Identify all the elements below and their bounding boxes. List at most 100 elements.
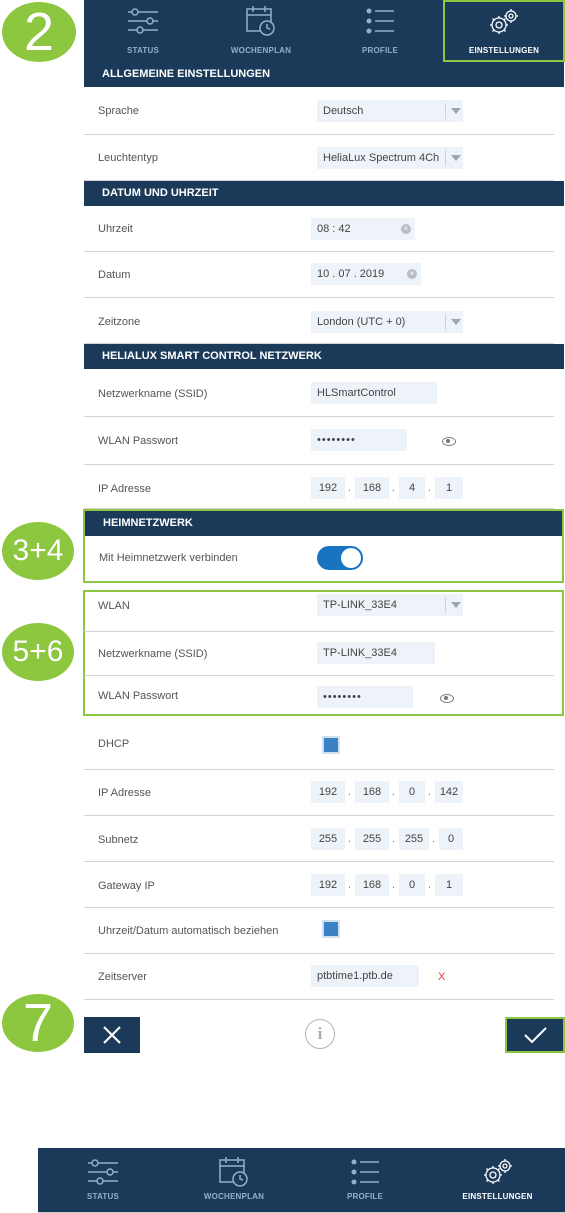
- home-ssid-value: TP-LINK_33E4: [323, 647, 397, 659]
- leuchte-select[interactable]: HeliaLux Spectrum 4Ch: [317, 147, 463, 169]
- network-ssid-label: Netzwerkname (SSID): [98, 388, 208, 400]
- calendar-clock-icon: [246, 6, 275, 36]
- zeitzone-value: London (UTC + 0): [317, 316, 406, 328]
- auto-time-label: Uhrzeit/Datum automatisch beziehen: [98, 925, 279, 937]
- eye-icon[interactable]: [442, 437, 456, 446]
- ip-octet[interactable]: 142: [435, 781, 463, 803]
- datum-label: Datum: [98, 269, 131, 281]
- ip-dot: .: [348, 786, 352, 798]
- tab-profile[interactable]: PROFILE: [320, 0, 440, 62]
- ip-dot: .: [392, 786, 396, 798]
- row-uhrzeit: Uhrzeit 08 : 42 ×: [84, 206, 554, 252]
- cancel-button[interactable]: [84, 1017, 140, 1053]
- bottom-tab-status[interactable]: STATUS: [38, 1148, 168, 1212]
- toggle-knob: [341, 548, 361, 568]
- settings-gears-icon: [490, 9, 518, 34]
- ip-dot: .: [428, 482, 432, 494]
- home-pw-value: ••••••••: [323, 691, 362, 703]
- tab-wochenplan[interactable]: WOCHENPLAN: [202, 0, 320, 62]
- wlan-select[interactable]: TP-LINK_33E4: [317, 594, 463, 616]
- dhcp-checkbox[interactable]: [322, 736, 340, 754]
- row-wlan: WLAN TP-LINK_33E4: [84, 592, 554, 632]
- chevron-down-icon: [445, 314, 463, 330]
- ip-octet[interactable]: 4: [399, 477, 425, 499]
- tab-status[interactable]: STATUS: [84, 0, 202, 62]
- network-ip-label: IP Adresse: [98, 483, 151, 495]
- gateway-octet[interactable]: 192: [311, 874, 345, 896]
- zeitzone-label: Zeitzone: [98, 316, 141, 328]
- ip-octet[interactable]: 1: [435, 477, 463, 499]
- tab-status-label: STATUS: [126, 46, 159, 55]
- dhcp-label: DHCP: [98, 738, 130, 750]
- row-home-ssid: Netzwerkname (SSID) TP-LINK_33E4: [84, 632, 554, 676]
- subnet-octet[interactable]: 255: [311, 828, 345, 850]
- home-ip-label: IP Adresse: [98, 787, 151, 799]
- clear-icon[interactable]: ×: [401, 224, 411, 234]
- subnet-octet[interactable]: 255: [399, 828, 429, 850]
- connect-home-toggle[interactable]: [317, 546, 363, 570]
- checkmark-icon: [524, 1027, 547, 1044]
- ip-dot: .: [428, 786, 432, 798]
- ip-octet[interactable]: 168: [355, 477, 389, 499]
- network-ssid-input[interactable]: HLSmartControl: [311, 382, 437, 404]
- ip-dot: .: [432, 833, 436, 845]
- connect-home-label: Mit Heimnetzwerk verbinden: [99, 552, 238, 564]
- row-home-password: WLAN Passwort ••••••••: [84, 676, 554, 714]
- row-network-ip: IP Adresse 192 . 168 . 4 . 1: [84, 465, 554, 509]
- zeitserver-value: ptbtime1.ptb.de: [317, 970, 393, 982]
- eye-icon[interactable]: [440, 694, 454, 703]
- row-auto-time: Uhrzeit/Datum automatisch beziehen: [84, 908, 554, 954]
- network-pw-input[interactable]: ••••••••: [311, 429, 407, 451]
- datum-input[interactable]: 10 . 07 . 2019 ×: [311, 263, 421, 285]
- info-icon[interactable]: i: [305, 1019, 335, 1049]
- wlan-value: TP-LINK_33E4: [323, 599, 397, 611]
- gateway-octet[interactable]: 1: [435, 874, 463, 896]
- row-dhcp: DHCP: [84, 722, 554, 770]
- section-header-home: HEIMNETZWERK: [85, 511, 562, 536]
- bottom-tab-profile[interactable]: PROFILE: [300, 1148, 430, 1212]
- home-ssid-input[interactable]: TP-LINK_33E4: [317, 642, 435, 664]
- tab-einstellungen[interactable]: EINSTELLUNGEN: [443, 0, 565, 62]
- ip-dot: .: [348, 833, 352, 845]
- confirm-button[interactable]: [505, 1017, 565, 1053]
- gateway-octet[interactable]: 168: [355, 874, 389, 896]
- auto-time-checkbox[interactable]: [322, 920, 340, 938]
- chevron-down-icon: [445, 150, 463, 166]
- row-zeitzone: Zeitzone London (UTC + 0): [84, 298, 554, 344]
- subnet-octet[interactable]: 255: [355, 828, 389, 850]
- gateway-octet[interactable]: 0: [399, 874, 425, 896]
- clear-icon[interactable]: ×: [407, 269, 417, 279]
- clear-server-icon[interactable]: X: [438, 971, 445, 983]
- ip-dot: .: [392, 833, 396, 845]
- ip-dot: .: [348, 482, 352, 494]
- bottom-tab-profile-label: PROFILE: [346, 1192, 384, 1201]
- ip-octet[interactable]: 0: [399, 781, 425, 803]
- top-tab-bar: STATUS WOCHENPLAN PROFILE EINSTELLUNGEN: [84, 0, 565, 62]
- row-zeitserver: Zeitserver ptbtime1.ptb.de X: [84, 954, 554, 1000]
- bottom-tab-status-label: STATUS: [86, 1192, 119, 1201]
- bottom-tab-einstellungen[interactable]: EINSTELLUNGEN: [430, 1148, 565, 1212]
- gateway-label: Gateway IP: [98, 880, 155, 892]
- network-pw-value: ••••••••: [317, 434, 356, 446]
- home-pw-input[interactable]: ••••••••: [317, 686, 413, 708]
- row-connect-home: Mit Heimnetzwerk verbinden: [85, 536, 555, 581]
- network-pw-label: WLAN Passwort: [98, 435, 179, 447]
- subnet-label: Subnetz: [98, 834, 139, 846]
- ip-octet[interactable]: 168: [355, 781, 389, 803]
- uhrzeit-input[interactable]: 08 : 42 ×: [311, 218, 415, 240]
- ip-octet[interactable]: 192: [311, 781, 345, 803]
- zeitzone-select[interactable]: London (UTC + 0): [311, 311, 463, 333]
- section-header-datetime: DATUM UND UHRZEIT: [84, 181, 564, 206]
- tab-einstellungen-label: EINSTELLUNGEN: [468, 46, 540, 55]
- bottom-tab-wochenplan[interactable]: WOCHENPLAN: [168, 1148, 300, 1212]
- zeitserver-input[interactable]: ptbtime1.ptb.de: [311, 965, 419, 987]
- profile-list-icon: [351, 1159, 379, 1185]
- ip-octet[interactable]: 192: [311, 477, 345, 499]
- row-subnet: Subnetz 255 . 255 . 255 . 0: [84, 816, 554, 862]
- home-pw-label: WLAN Passwort: [98, 690, 179, 702]
- tab-wochenplan-label: WOCHENPLAN: [230, 46, 292, 55]
- uhrzeit-label: Uhrzeit: [98, 223, 133, 235]
- bottom-tab-wochenplan-label: WOCHENPLAN: [203, 1192, 265, 1201]
- sprache-select[interactable]: Deutsch: [317, 100, 463, 122]
- subnet-octet[interactable]: 0: [439, 828, 463, 850]
